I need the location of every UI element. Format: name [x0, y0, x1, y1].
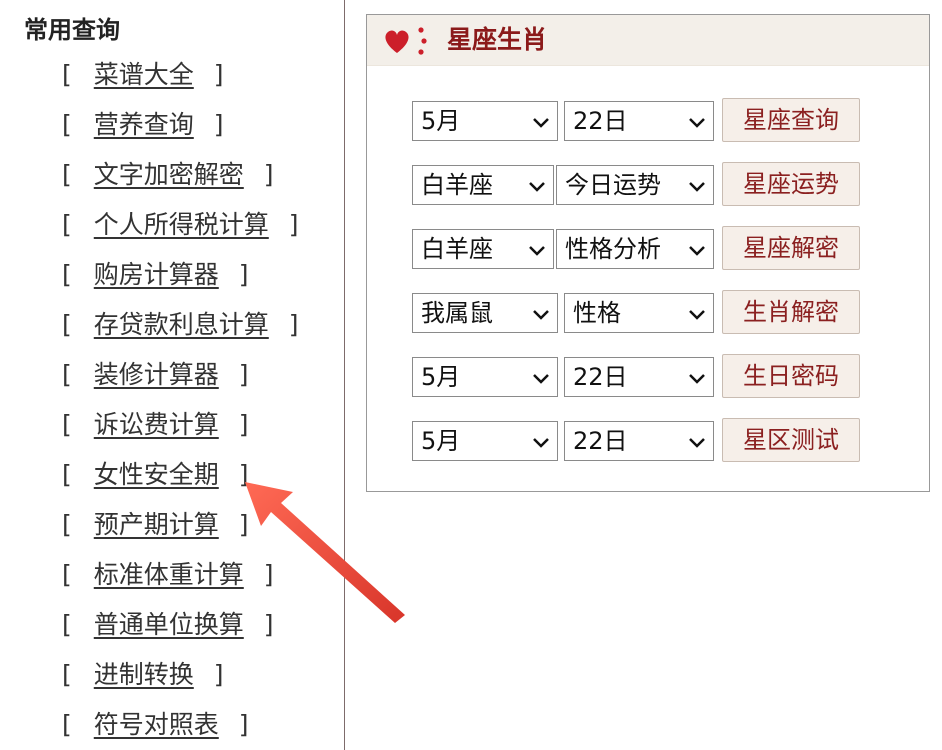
sidebar-item-interest: [存贷款利息计算]: [62, 310, 299, 339]
sidebar-link[interactable]: 进制转换: [94, 660, 194, 689]
chevron-down-icon: [689, 182, 705, 192]
sidebar-title: 常用查询: [24, 16, 120, 44]
zodiac-decode-button[interactable]: 星座解密: [722, 226, 860, 270]
sidebar-item-renovation: [装修计算器]: [62, 360, 249, 389]
chevron-down-icon: [529, 246, 545, 256]
chevron-down-icon: [529, 182, 545, 192]
analysis-type-select[interactable]: 性格分析: [556, 229, 714, 269]
day-select[interactable]: 22日: [564, 357, 714, 397]
day-select[interactable]: 22日: [564, 101, 714, 141]
sidebar-link[interactable]: 存贷款利息计算: [94, 310, 269, 339]
chevron-down-icon: [689, 118, 705, 128]
arrow-icon: [245, 482, 405, 623]
chevron-down-icon: [689, 438, 705, 448]
zodiac-query-button[interactable]: 星座查询: [722, 98, 860, 142]
zodiac-panel: 星座生肖 5月 22日 星座查询 白羊座 今日运势 星座运势 白羊座 性格分析 …: [366, 14, 930, 492]
zodiac-select[interactable]: 白羊座: [412, 229, 554, 269]
sidebar-link[interactable]: 标准体重计算: [94, 560, 244, 589]
trait-select[interactable]: 性格: [564, 293, 714, 333]
sidebar-item-mortgage: [购房计算器]: [62, 260, 249, 289]
panel-title: 星座生肖: [447, 25, 548, 54]
sidebar-link[interactable]: 装修计算器: [94, 360, 219, 389]
month-select[interactable]: 5月: [412, 101, 558, 141]
sidebar-item-nutrition: [营养查询]: [62, 110, 224, 139]
chinese-zodiac-decode-button[interactable]: 生肖解密: [722, 290, 860, 334]
chevron-down-icon: [533, 310, 549, 320]
sidebar-link[interactable]: 普通单位换算: [94, 610, 244, 639]
chevron-down-icon: [533, 438, 549, 448]
chevron-down-icon: [689, 246, 705, 256]
chevron-down-icon: [689, 374, 705, 384]
sidebar-item-litigation-fee: [诉讼费计算]: [62, 410, 249, 439]
sidebar-item-recipes: [菜谱大全]: [62, 60, 224, 89]
sidebar-item-income-tax: [个人所得税计算]: [62, 210, 299, 239]
sidebar-link[interactable]: 购房计算器: [94, 260, 219, 289]
sidebar-link[interactable]: 女性安全期: [94, 460, 219, 489]
zone-test-button[interactable]: 星区测试: [722, 418, 860, 462]
sidebar-item-text-encrypt: [文字加密解密]: [62, 160, 274, 189]
sidebar-link[interactable]: 菜谱大全: [94, 60, 194, 89]
chevron-down-icon: [533, 374, 549, 384]
chinese-zodiac-select[interactable]: 我属鼠: [412, 293, 558, 333]
fortune-type-select[interactable]: 今日运势: [556, 165, 714, 205]
sidebar-link[interactable]: 诉讼费计算: [94, 410, 219, 439]
heart-icon: [385, 27, 427, 55]
sidebar: 常用查询 [菜谱大全] [营养查询] [文字加密解密] [个人所得税计算] [购…: [0, 0, 345, 750]
birthday-code-button[interactable]: 生日密码: [722, 354, 860, 398]
zodiac-fortune-button[interactable]: 星座运势: [722, 162, 860, 206]
sidebar-item-base-convert: [进制转换]: [62, 660, 224, 689]
month-select[interactable]: 5月: [412, 357, 558, 397]
day-select[interactable]: 22日: [564, 421, 714, 461]
sidebar-list: [菜谱大全] [营养查询] [文字加密解密] [个人所得税计算] [购房计算器]…: [0, 50, 344, 750]
zodiac-select[interactable]: 白羊座: [412, 165, 554, 205]
sidebar-link[interactable]: 符号对照表: [94, 710, 219, 739]
sidebar-link[interactable]: 文字加密解密: [94, 160, 244, 189]
sidebar-link[interactable]: 营养查询: [94, 110, 194, 139]
chevron-down-icon: [533, 118, 549, 128]
sidebar-link[interactable]: 预产期计算: [94, 510, 219, 539]
month-select[interactable]: 5月: [412, 421, 558, 461]
sidebar-item-symbols: [符号对照表]: [62, 710, 249, 739]
chevron-down-icon: [689, 310, 705, 320]
sidebar-link[interactable]: 个人所得税计算: [94, 210, 269, 239]
panel-header: 星座生肖: [367, 15, 929, 66]
